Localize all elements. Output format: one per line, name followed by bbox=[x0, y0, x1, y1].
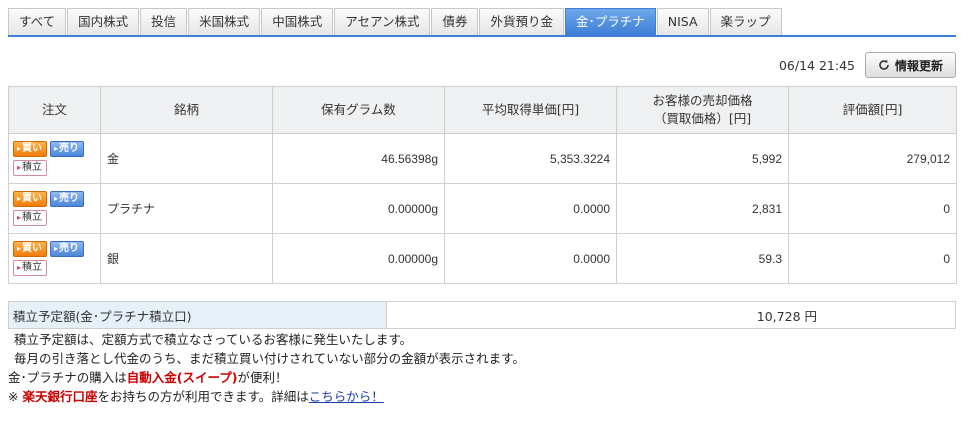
note-line-1: 積立予定額は、定額方式で積立なさっているお客様に発生いたします。 bbox=[14, 332, 413, 347]
table-row: ▸買い ▸売り ▸積立 金 46.56398g 5,353.3224 5,992… bbox=[8, 133, 957, 184]
order-cell: ▸買い ▸売り ▸積立 bbox=[8, 183, 101, 234]
note-sweep-emphasis: 自動入金(スイープ) bbox=[126, 370, 238, 385]
triangle-icon: ▸ bbox=[17, 263, 22, 272]
plan-amount-table: 積立予定額(金･プラチナ積立口) 10,728 円 bbox=[8, 301, 956, 329]
triangle-icon: ▸ bbox=[54, 144, 59, 153]
product-tabs: すべて 国内株式 投信 米国株式 中国株式 アセアン株式 債券 外貨預り金 金･… bbox=[8, 8, 783, 36]
tab-us-stocks[interactable]: 米国株式 bbox=[188, 8, 261, 35]
holding-grams: 0.00000g bbox=[272, 183, 445, 234]
accumulate-button-label: 積立 bbox=[22, 262, 43, 273]
triangle-icon: ▸ bbox=[17, 244, 22, 253]
accumulate-button[interactable]: ▸積立 bbox=[13, 160, 48, 176]
accumulate-button-label: 積立 bbox=[22, 212, 43, 223]
holding-avg-cost: 0.0000 bbox=[444, 183, 617, 234]
sell-button-label: 売り bbox=[59, 143, 80, 154]
sell-button[interactable]: ▸売り bbox=[50, 141, 85, 157]
tab-asean-stocks[interactable]: アセアン株式 bbox=[334, 8, 431, 35]
sell-button[interactable]: ▸売り bbox=[50, 191, 85, 207]
holding-name: 銀 bbox=[100, 233, 273, 284]
header-order: 注文 bbox=[8, 86, 101, 134]
tab-china-stocks[interactable]: 中国株式 bbox=[261, 8, 334, 35]
plan-amount-row: 積立予定額(金･プラチナ積立口) 10,728 円 bbox=[8, 301, 956, 329]
accumulate-button-label: 積立 bbox=[22, 162, 43, 173]
refresh-button-label: 情報更新 bbox=[894, 58, 943, 73]
holding-value: 0 bbox=[788, 233, 957, 284]
notes: 積立予定額は、定額方式で積立なさっているお客様に発生いたします。 毎月の引き落と… bbox=[8, 330, 956, 406]
tab-nisa[interactable]: NISA bbox=[656, 8, 709, 35]
triangle-icon: ▸ bbox=[17, 194, 22, 203]
header-sell-price: お客様の売却価格 （買取価格）[円] bbox=[616, 86, 789, 134]
buy-button-label: 買い bbox=[22, 193, 43, 204]
holding-sell-price: 59.3 bbox=[616, 233, 789, 284]
note-bank-mid: をお持ちの方が利用できます。詳細は bbox=[97, 389, 309, 404]
tab-domestic-stocks[interactable]: 国内株式 bbox=[67, 8, 140, 35]
tab-foreign-currency-deposit[interactable]: 外貨預り金 bbox=[479, 8, 564, 35]
triangle-icon: ▸ bbox=[54, 244, 59, 253]
refresh-icon bbox=[879, 59, 889, 70]
holding-grams: 0.00000g bbox=[272, 233, 445, 284]
plan-amount-value: 10,728 円 bbox=[386, 301, 956, 329]
update-row: 06/14 21:45 情報更新 bbox=[779, 52, 956, 78]
tab-gold-platinum[interactable]: 金･プラチナ bbox=[565, 8, 656, 35]
table-row: ▸買い ▸売り ▸積立 銀 0.00000g 0.0000 59.3 0 bbox=[8, 233, 957, 284]
sell-button-label: 売り bbox=[59, 193, 80, 204]
accumulate-button[interactable]: ▸積立 bbox=[13, 260, 48, 276]
order-cell: ▸買い ▸売り ▸積立 bbox=[8, 233, 101, 284]
tab-funds[interactable]: 投信 bbox=[140, 8, 188, 35]
holding-name: プラチナ bbox=[100, 183, 273, 234]
note-line-4: ※ 楽天銀行口座をお持ちの方が利用できます。詳細はこちらから！ bbox=[8, 387, 956, 406]
details-link[interactable]: こちらから！ bbox=[309, 389, 384, 404]
table-header-row: 注文 銘柄 保有グラム数 平均取得単価[円] お客様の売却価格 （買取価格）[円… bbox=[8, 86, 957, 134]
plan-amount-label: 積立予定額(金･プラチナ積立口) bbox=[8, 301, 387, 329]
triangle-icon: ▸ bbox=[17, 213, 22, 222]
note-line-2: 毎月の引き落とし代金のうち、まだ積立買い付けされていない部分の金額が表示されます… bbox=[14, 351, 525, 366]
triangle-icon: ▸ bbox=[54, 194, 59, 203]
holding-avg-cost: 0.0000 bbox=[444, 233, 617, 284]
order-cell: ▸買い ▸売り ▸積立 bbox=[8, 133, 101, 184]
holdings-table: 注文 銘柄 保有グラム数 平均取得単価[円] お客様の売却価格 （買取価格）[円… bbox=[8, 86, 957, 284]
header-name: 銘柄 bbox=[100, 86, 273, 134]
update-timestamp: 06/14 21:45 bbox=[778, 57, 855, 73]
header-avg-cost: 平均取得単価[円] bbox=[444, 86, 617, 134]
holding-name: 金 bbox=[100, 133, 273, 184]
note-mark: ※ bbox=[8, 389, 19, 404]
header-grams: 保有グラム数 bbox=[272, 86, 445, 134]
note-sweep-pre: 金･プラチナの購入は bbox=[8, 370, 127, 385]
holding-grams: 46.56398g bbox=[272, 133, 445, 184]
header-value: 評価額[円] bbox=[788, 86, 957, 134]
table-row: ▸買い ▸売り ▸積立 プラチナ 0.00000g 0.0000 2,831 0 bbox=[8, 183, 957, 234]
note-bank-emphasis: 楽天銀行口座 bbox=[22, 389, 98, 404]
sell-button[interactable]: ▸売り bbox=[50, 241, 85, 257]
note-sweep-post: が便利！ bbox=[237, 370, 288, 385]
refresh-button[interactable]: 情報更新 bbox=[864, 52, 956, 78]
tab-underline bbox=[8, 35, 956, 37]
buy-button[interactable]: ▸買い bbox=[13, 191, 48, 207]
buy-button-label: 買い bbox=[22, 243, 43, 254]
holding-value: 0 bbox=[788, 183, 957, 234]
accumulate-button[interactable]: ▸積立 bbox=[13, 210, 48, 226]
buy-button-label: 買い bbox=[22, 143, 43, 154]
buy-button[interactable]: ▸買い bbox=[13, 241, 48, 257]
tab-all[interactable]: すべて bbox=[8, 8, 67, 35]
sell-button-label: 売り bbox=[59, 243, 80, 254]
holding-value: 279,012 bbox=[788, 133, 957, 184]
buy-button[interactable]: ▸買い bbox=[13, 141, 48, 157]
note-line-3: 金･プラチナの購入は自動入金(スイープ)が便利！ bbox=[8, 368, 956, 387]
header-sell-price-line2: （買取価格）[円] bbox=[653, 111, 752, 126]
tab-rakuwrap[interactable]: 楽ラップ bbox=[709, 8, 782, 35]
header-sell-price-line1: お客様の売却価格 bbox=[652, 93, 753, 108]
holding-sell-price: 5,992 bbox=[616, 133, 789, 184]
tab-bonds[interactable]: 債券 bbox=[431, 8, 479, 35]
holding-avg-cost: 5,353.3224 bbox=[444, 133, 617, 184]
triangle-icon: ▸ bbox=[17, 163, 22, 172]
holding-sell-price: 2,831 bbox=[616, 183, 789, 234]
triangle-icon: ▸ bbox=[17, 144, 22, 153]
